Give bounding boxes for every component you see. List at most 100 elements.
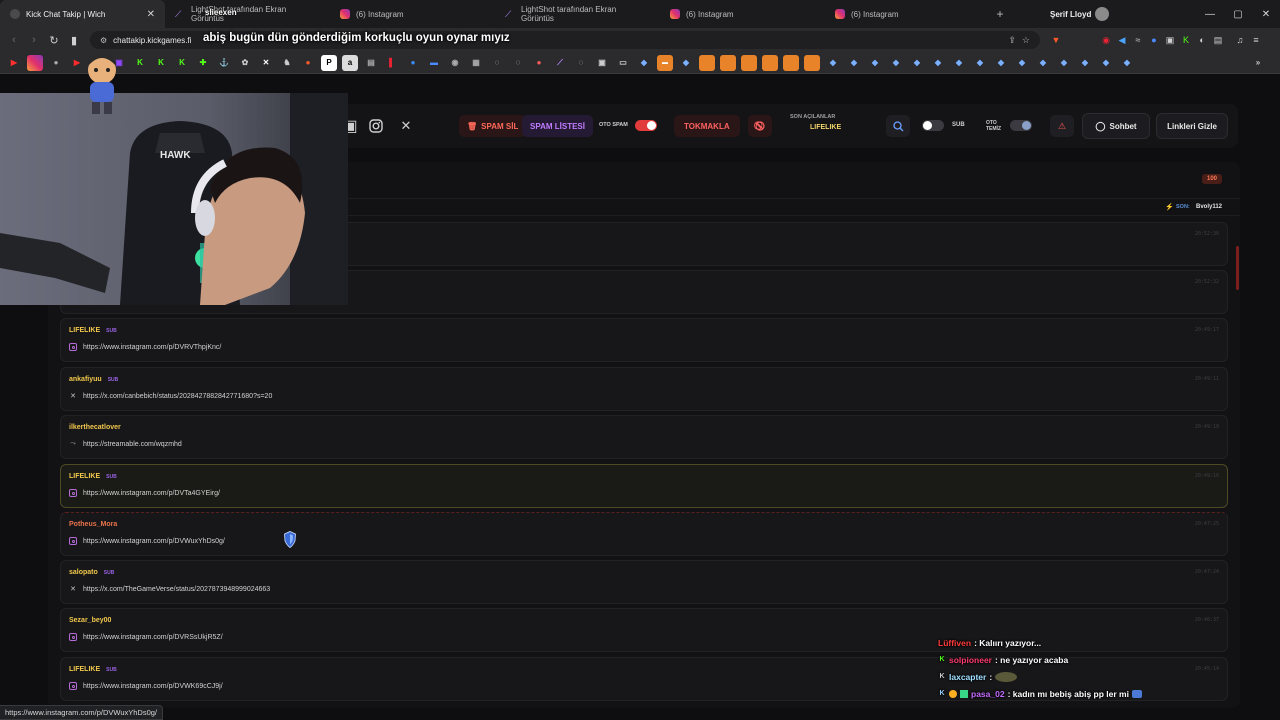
steam-bookmark-icon[interactable]: ◆	[951, 55, 967, 71]
folder-icon[interactable]: ▭	[615, 55, 631, 71]
ublock-icon[interactable]: ◉	[1098, 32, 1114, 48]
message-link[interactable]: https://www.instagram.com/p/DVTa4GYEirg/	[69, 489, 220, 497]
bookmark-icon[interactable]: P	[321, 54, 337, 71]
oto-spam-toggle[interactable]	[635, 120, 657, 131]
profile-name[interactable]: Şerif Lloyd	[1050, 10, 1091, 19]
steam-bookmark-icon[interactable]: ◆	[1014, 55, 1030, 71]
extension-icon[interactable]: ≈	[1130, 32, 1146, 48]
x-icon[interactable]: ✕	[396, 116, 416, 136]
instagram-bookmark-icon[interactable]	[27, 54, 43, 71]
new-tab-button[interactable]: +	[990, 7, 1010, 21]
kick-bookmark-icon[interactable]: ✚	[195, 55, 211, 71]
son-acilanlar-value[interactable]: LIFELIKE	[810, 124, 841, 131]
bookmark-icon[interactable]: ▬	[426, 55, 442, 71]
username[interactable]: LIFELIKE	[69, 666, 100, 673]
bookmark-icon[interactable]	[783, 54, 799, 71]
avatar[interactable]	[1095, 7, 1110, 21]
message-link[interactable]: https://www.instagram.com/p/DVRSsUkjR5Z/	[69, 633, 223, 641]
steam-bookmark-icon[interactable]: ◆	[993, 55, 1009, 71]
instagram-icon[interactable]	[366, 116, 386, 136]
oto-temiz-toggle[interactable]	[1010, 120, 1032, 131]
link-message-card[interactable]: salopato SUB ✕ https://x.com/TheGameVerse/s…	[60, 560, 1228, 604]
bookmark-icon[interactable]: ●	[531, 55, 547, 71]
share-icon[interactable]: ⇪	[1008, 35, 1016, 46]
steam-bookmark-icon[interactable]: ◆	[867, 55, 883, 71]
bookmark-icon[interactable]	[699, 54, 715, 71]
bookmark-icon[interactable]: ▣	[594, 55, 610, 71]
link-url[interactable]: https://www.instagram.com/p/DVWK69cCJ9j/	[83, 683, 223, 690]
bookmark-icon[interactable]	[804, 54, 820, 71]
more-bookmarks-icon[interactable]: »	[1250, 55, 1266, 71]
extension-icon[interactable]: ●	[1146, 32, 1162, 48]
linkleri-gizle-button[interactable]: Linkleri Gizle	[1156, 113, 1228, 139]
audio-icon[interactable]: ◀	[1114, 32, 1130, 48]
steam-bookmark-icon[interactable]: ◆	[678, 55, 694, 71]
forward-icon[interactable]: ›	[24, 34, 44, 46]
bookmark-icon[interactable]: ◌	[489, 55, 505, 71]
message-link[interactable]: ✕ https://x.com/TheGameVerse/status/20278…	[69, 585, 270, 594]
minimize-icon[interactable]: —	[1196, 9, 1224, 20]
bookmark-icon[interactable]: ▬	[657, 54, 673, 71]
maximize-icon[interactable]: ▢	[1224, 9, 1252, 20]
bookmark-icon[interactable]	[762, 54, 778, 71]
link-message-card[interactable]: LIFELIKE SUB https://www.instagram.com/p/D…	[60, 464, 1228, 508]
tab-instagram-2[interactable]: (6) Instagram	[660, 0, 825, 28]
bookmark-icon[interactable]: ⚓	[216, 55, 232, 71]
message-link[interactable]: ✕ https://x.com/canbebich/status/20284278…	[69, 392, 272, 401]
link-message-card[interactable]: ankafiyuu SUB ✕ https://x.com/canbebich/sta…	[60, 367, 1228, 411]
message-link[interactable]: ⤳ https://streamable.com/wqzmhd	[69, 440, 182, 448]
username[interactable]: ankafiyuu	[69, 376, 102, 383]
link-url[interactable]: https://www.instagram.com/p/DVTa4GYEirg/	[83, 490, 220, 497]
link-url[interactable]: https://www.instagram.com/p/DVRVThpjKnc/	[83, 344, 221, 351]
steam-bookmark-icon[interactable]: ◆	[888, 55, 904, 71]
link-url[interactable]: https://streamable.com/wqzmhd	[83, 441, 182, 448]
username[interactable]: salopato	[69, 569, 98, 576]
bookmark-icon[interactable]: ♞	[279, 55, 295, 71]
son-user[interactable]: Bvoly112	[1196, 204, 1222, 210]
steam-bookmark-icon[interactable]: ◆	[930, 55, 946, 71]
search-button[interactable]	[886, 115, 910, 137]
link-message-card[interactable]: Potheus_Mora https://www.instagram.com/p/…	[60, 512, 1228, 556]
link-url[interactable]: https://www.instagram.com/p/DVRSsUkjR5Z/	[83, 634, 223, 641]
tab-instagram-3[interactable]: (6) Instagram	[825, 0, 990, 28]
menu-icon[interactable]: ≡	[1248, 32, 1264, 48]
sohbet-button[interactable]: ◯ Sohbet	[1082, 113, 1150, 139]
message-link[interactable]: https://www.instagram.com/p/DVWK69cCJ9j/	[69, 682, 223, 690]
steam-bookmark-icon[interactable]: ◆	[1077, 55, 1093, 71]
tokmakla-button[interactable]: TOKMAKLA	[674, 115, 740, 137]
message-link[interactable]: https://www.instagram.com/p/DVRVThpjKnc/	[69, 343, 221, 351]
steam-bookmark-icon[interactable]: ◆	[909, 55, 925, 71]
amazon-bookmark-icon[interactable]: a	[342, 54, 358, 71]
kick-bookmark-icon[interactable]: K	[174, 55, 190, 71]
steam-bookmark-icon[interactable]: ◆	[1098, 55, 1114, 71]
link-url[interactable]: https://x.com/TheGameVerse/status/202787…	[83, 586, 270, 593]
bookmark-icon[interactable]: ●	[405, 55, 421, 71]
steam-bookmark-icon[interactable]: ◆	[1035, 55, 1051, 71]
link-url[interactable]: https://x.com/canbebich/status/202842788…	[83, 393, 272, 400]
username[interactable]: LIFELIKE	[69, 473, 100, 480]
site-info-icon[interactable]: ⚙	[100, 36, 107, 45]
bookmark-icon[interactable]: ▦	[468, 55, 484, 71]
alert-button[interactable]: ⚠	[1050, 115, 1074, 137]
message-link[interactable]: https://www.instagram.com/p/DVWuxYhDs0g/	[69, 537, 225, 545]
reload-icon[interactable]: ↻	[44, 34, 64, 47]
link-message-card[interactable]: ilkerthecatlover ⤳ https://streamable.com/…	[60, 415, 1228, 459]
spam-listesi-button[interactable]: SPAM LİSTESİ	[522, 115, 593, 137]
kick-bookmark-icon[interactable]: K	[153, 55, 169, 71]
bookmark-icon[interactable]: ▌	[384, 55, 400, 71]
bookmark-icon[interactable]: ●	[48, 55, 64, 71]
tab-instagram-1[interactable]: (6) Instagram	[330, 0, 495, 28]
tab-kick-chat-takip[interactable]: Kick Chat Takip | Wich ✕	[0, 0, 165, 28]
username[interactable]: LIFELIKE	[69, 327, 100, 334]
x-bookmark-icon[interactable]: ✕	[258, 55, 274, 71]
bookmark-icon[interactable]: ◉	[447, 55, 463, 71]
kick-extension-icon[interactable]: K	[1178, 32, 1194, 48]
link-url[interactable]: https://www.instagram.com/p/DVWuxYhDs0g/	[83, 538, 225, 545]
extension-icon[interactable]: ▣	[1162, 32, 1178, 48]
tab-lightshot-2[interactable]: ⟋ LightShot tarafından Ekran Görüntüs	[495, 0, 660, 28]
link-message-card[interactable]: LIFELIKE SUB https://www.instagram.com/p/D…	[60, 318, 1228, 362]
back-icon[interactable]: ‹	[4, 34, 24, 46]
youtube-bookmark-icon[interactable]: ▶	[6, 55, 22, 71]
steam-bookmark-icon[interactable]: ◆	[636, 55, 652, 71]
steam-bookmark-icon[interactable]: ◆	[1119, 55, 1135, 71]
